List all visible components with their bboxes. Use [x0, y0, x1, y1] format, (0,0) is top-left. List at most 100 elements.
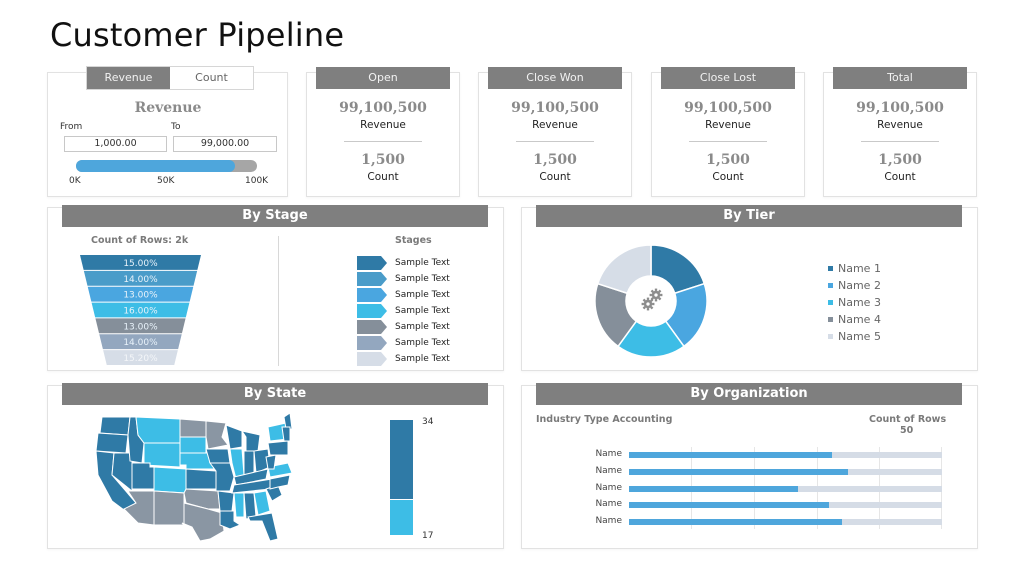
state-shape[interactable]	[267, 440, 289, 456]
state-shape[interactable]	[247, 512, 279, 542]
stage-legend-label: Sample Text	[395, 258, 450, 268]
funnel-label: 14.00%	[123, 275, 158, 285]
stage-arrow-icon	[357, 304, 387, 318]
state-shape[interactable]	[269, 474, 291, 490]
org-bar-label: Name	[595, 482, 622, 493]
state-shape[interactable]	[233, 492, 245, 518]
funnel-label: 13.00%	[123, 291, 158, 301]
stage-legend-item[interactable]: Sample Text	[357, 256, 450, 270]
metric-toggle[interactable]: Revenue Count	[86, 66, 254, 90]
state-shape[interactable]	[243, 492, 257, 520]
stage-legend-item[interactable]: Sample Text	[357, 288, 450, 302]
stage-legend-label: Sample Text	[395, 322, 450, 332]
funnel-label: 15.20%	[123, 354, 158, 364]
stage-legend-label: Sample Text	[395, 338, 450, 348]
org-bar[interactable]	[629, 519, 842, 526]
org-bar[interactable]	[629, 452, 833, 458]
tier-donut-chart	[594, 244, 708, 358]
kpi-header: Close Won	[488, 67, 622, 89]
stage-arrow-icon	[357, 336, 387, 350]
stage-legend-item[interactable]: Sample Text	[357, 352, 450, 366]
scale-min-label: 17	[422, 531, 434, 541]
state-shape[interactable]	[253, 490, 271, 516]
org-bar-track	[629, 502, 942, 509]
org-bar-track	[629, 468, 942, 475]
stage-legend-label: Sample Text	[395, 274, 450, 284]
state-shape[interactable]	[205, 420, 229, 450]
org-bar[interactable]	[629, 502, 830, 509]
state-shape[interactable]	[179, 418, 207, 438]
tier-legend-label: Name 1	[838, 262, 881, 275]
kpi-header: Open	[316, 67, 450, 89]
kpi-header: Close Lost	[661, 67, 795, 89]
org-bar-label: Name	[595, 516, 622, 527]
state-shape[interactable]	[153, 466, 187, 494]
us-state-map[interactable]	[92, 413, 292, 543]
gears-icon	[641, 288, 663, 311]
org-bar-track	[629, 519, 942, 526]
by-state-header: By State	[62, 383, 488, 405]
tier-legend-item[interactable]: Name 5	[828, 330, 881, 343]
funnel-label: 14.00%	[123, 338, 158, 348]
org-bar[interactable]	[629, 468, 849, 475]
stage-arrow-icon	[357, 272, 387, 286]
count-of-rows-value: 50	[900, 425, 914, 436]
org-bar[interactable]	[629, 485, 799, 492]
stage-legend-item[interactable]: Sample Text	[357, 272, 450, 286]
state-shape[interactable]	[240, 430, 261, 452]
legend-swatch-icon	[828, 266, 833, 271]
tier-legend-label: Name 4	[838, 313, 881, 326]
tier-legend-item[interactable]: Name 2	[828, 279, 881, 292]
stage-legend-label: Sample Text	[395, 290, 450, 300]
state-shape[interactable]	[185, 468, 217, 490]
toggle-count[interactable]: Count	[170, 67, 253, 89]
state-shape[interactable]	[135, 416, 181, 444]
scale-high-segment	[390, 420, 413, 499]
tier-legend-label: Name 3	[838, 296, 881, 309]
stage-legend-label: Sample Text	[395, 354, 450, 364]
org-bar-track	[629, 485, 942, 492]
industry-type-label: Industry Type Accounting	[536, 414, 673, 425]
state-shape[interactable]	[99, 416, 131, 436]
count-of-rows-header: Count of Rows	[869, 414, 947, 425]
tier-legend-label: Name 5	[838, 330, 881, 343]
stage-arrow-icon	[357, 352, 387, 366]
stage-legend-label: Sample Text	[395, 306, 450, 316]
state-scale-bar	[390, 420, 413, 535]
funnel-label: 13.00%	[123, 322, 158, 332]
legend-swatch-icon	[828, 283, 833, 288]
kpi-header: Total	[833, 67, 967, 89]
state-shape[interactable]	[205, 448, 231, 464]
scale-max-label: 34	[422, 417, 434, 427]
state-shape[interactable]	[265, 454, 277, 470]
stage-legend-item[interactable]: Sample Text	[357, 304, 450, 318]
donut-slice[interactable]	[596, 244, 652, 295]
stage-arrow-icon	[357, 320, 387, 334]
scale-low-segment	[390, 500, 413, 535]
stage-legend-item[interactable]: Sample Text	[357, 320, 450, 334]
state-shape[interactable]	[179, 436, 207, 454]
tier-legend-item[interactable]: Name 1	[828, 262, 881, 275]
legend-swatch-icon	[828, 317, 833, 322]
legend-swatch-icon	[828, 300, 833, 305]
tier-legend-item[interactable]: Name 4	[828, 313, 881, 326]
stage-legend-item[interactable]: Sample Text	[357, 336, 450, 350]
tier-legend-item[interactable]: Name 3	[828, 296, 881, 309]
org-bar-label: Name	[595, 465, 622, 476]
state-shape[interactable]	[131, 462, 155, 490]
state-shape[interactable]	[217, 490, 235, 512]
org-bar-label: Name	[595, 499, 622, 510]
toggle-revenue[interactable]: Revenue	[87, 67, 170, 89]
legend-swatch-icon	[828, 334, 833, 339]
org-bar-track	[629, 452, 942, 458]
org-bar-label: Name	[595, 449, 622, 459]
by-tier-header: By Tier	[536, 205, 962, 227]
funnel-label: 16.00%	[123, 307, 158, 317]
state-shape[interactable]	[153, 490, 185, 526]
tier-legend-label: Name 2	[838, 279, 881, 292]
state-shape[interactable]	[243, 450, 255, 476]
state-shape[interactable]	[95, 432, 129, 454]
state-shape[interactable]	[281, 426, 291, 442]
stage-arrow-icon	[357, 288, 387, 302]
funnel-label: 15.00%	[123, 259, 158, 269]
